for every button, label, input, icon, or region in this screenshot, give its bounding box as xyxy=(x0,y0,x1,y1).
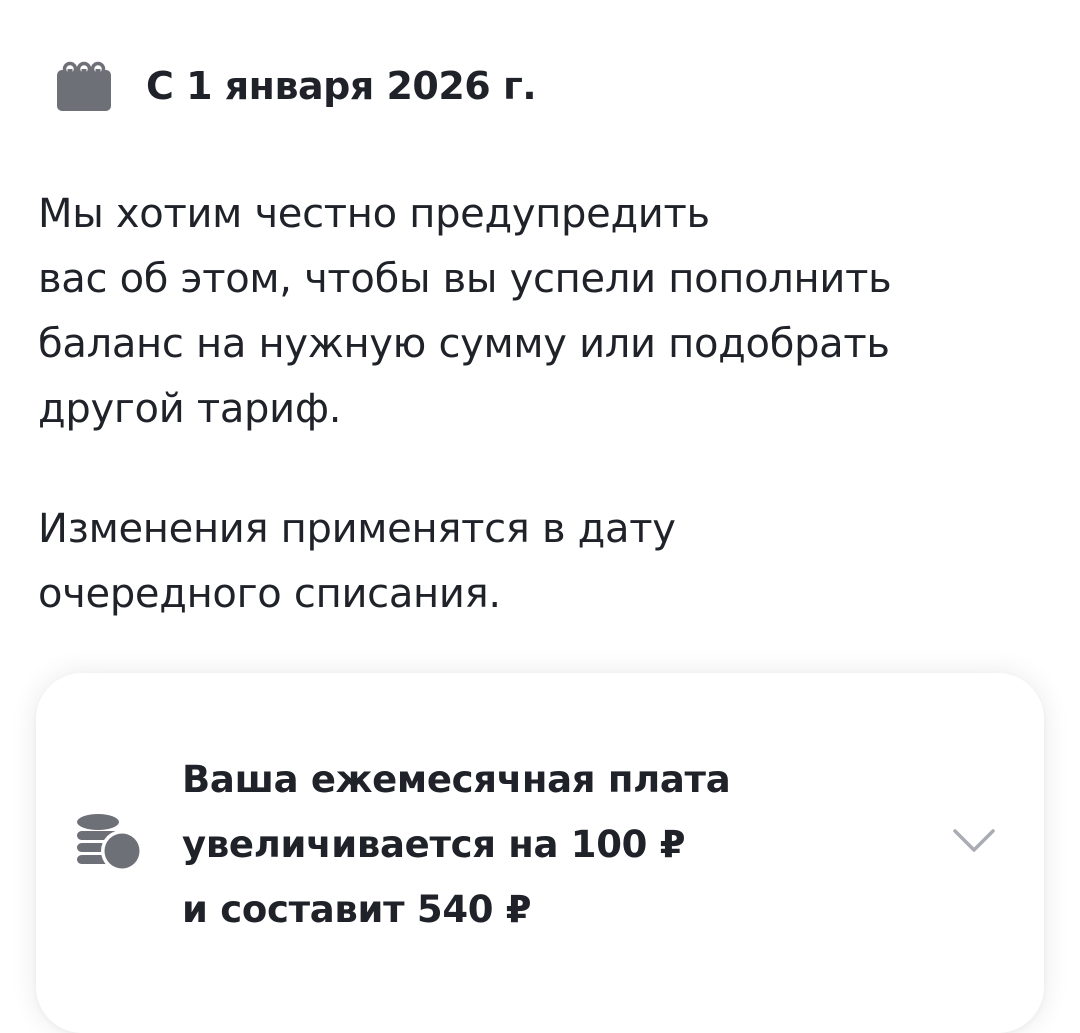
notice-line: Мы хотим честно предупредить xyxy=(38,191,710,237)
coins-icon xyxy=(77,814,143,872)
changes-line: очередного списания. xyxy=(38,571,501,617)
monthly-fee-card[interactable]: Ваша ежемесячная плата увеличивается на … xyxy=(36,673,1044,1033)
fee-line: увеличивается на 100 ₽ xyxy=(182,823,686,866)
calendar-icon xyxy=(57,61,111,111)
notice-line: вас об этом, чтобы вы успели пополнить xyxy=(38,256,892,302)
fee-line: Ваша ежемесячная плата xyxy=(182,758,731,801)
fee-change-text: Ваша ежемесячная плата увеличивается на … xyxy=(182,747,731,942)
changes-paragraph: Изменения применятся в дату очередного с… xyxy=(38,497,1038,627)
changes-line: Изменения применятся в дату xyxy=(38,506,676,552)
notice-paragraph: Мы хотим честно предупредить вас об этом… xyxy=(38,182,1038,442)
chevron-down-icon[interactable] xyxy=(952,826,996,856)
fee-line: и составит 540 ₽ xyxy=(182,888,532,931)
effective-date-row: С 1 января 2026 г. xyxy=(56,60,537,112)
notice-line: баланс на нужную сумму или подобрать xyxy=(38,321,890,367)
notice-line: другой тариф. xyxy=(38,386,342,432)
effective-date: С 1 января 2026 г. xyxy=(146,64,537,108)
